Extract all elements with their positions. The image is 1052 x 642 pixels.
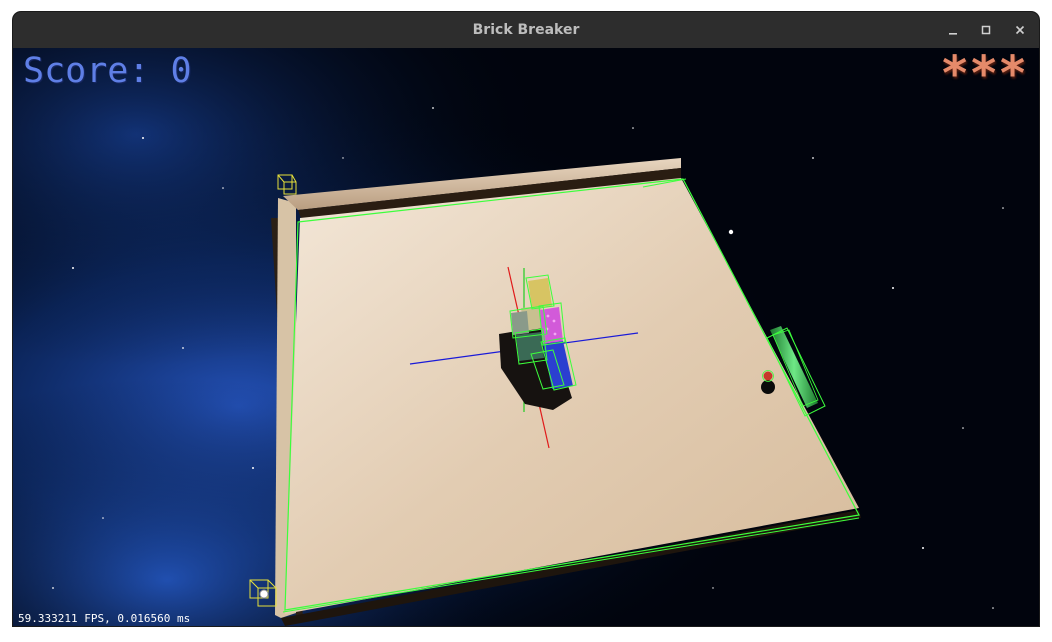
title-bar[interactable]: Brick Breaker (13, 12, 1039, 48)
fps-readout: 59.333211 FPS, 0.016560 ms (18, 612, 191, 625)
close-button[interactable] (1008, 18, 1032, 42)
maximize-button[interactable] (974, 18, 998, 42)
minimize-button[interactable] (941, 18, 965, 42)
game-window: Brick Breaker Score: 0 *** 59.333211 FPS… (13, 12, 1039, 626)
ball (761, 370, 775, 394)
lives-indicator: *** (940, 48, 1027, 102)
window-title: Brick Breaker (472, 22, 580, 38)
game-scene (13, 48, 1039, 626)
brick-yellow (528, 278, 552, 308)
score-label: Score: 0 (23, 51, 192, 91)
maximize-icon (981, 25, 991, 35)
minimize-icon (949, 33, 957, 35)
close-icon (1015, 25, 1025, 35)
game-viewport[interactable]: Score: 0 *** 59.333211 FPS, 0.016560 ms (13, 48, 1039, 626)
